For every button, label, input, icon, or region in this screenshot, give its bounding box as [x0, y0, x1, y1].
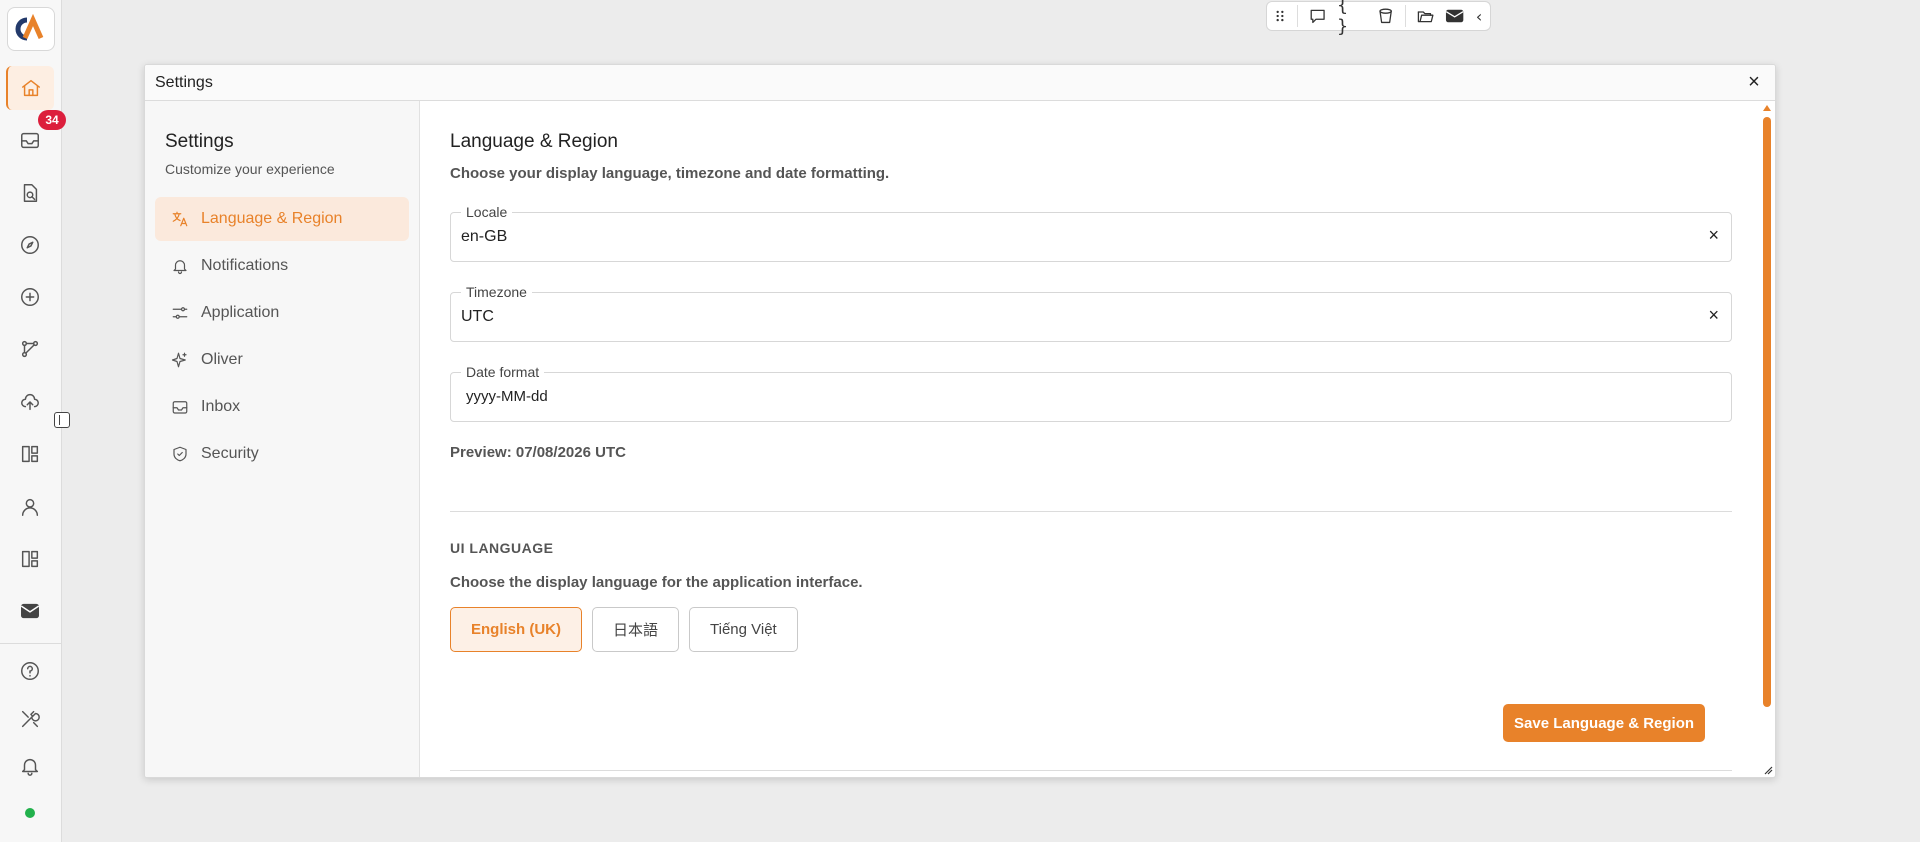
save-language-region-button[interactable]: Save Language & Region — [1503, 704, 1706, 742]
sidebar-collapse-icon[interactable] — [54, 412, 70, 428]
document-search-icon — [23, 184, 38, 202]
scroll-up-icon[interactable] — [1763, 105, 1771, 111]
date-format-label: Date format — [461, 364, 545, 380]
section-title: Language & Region — [450, 131, 618, 152]
rail-dashboard[interactable] — [6, 432, 54, 476]
clear-locale-icon[interactable]: × — [1708, 225, 1719, 246]
rail-upload[interactable] — [6, 380, 54, 424]
sidebar-item-label: Security — [201, 445, 259, 462]
rail-help[interactable] — [6, 649, 54, 693]
chevron-left-icon[interactable]: ‹ — [1474, 7, 1484, 26]
sidebar-title: Settings — [165, 131, 234, 152]
rail-notifications[interactable] — [6, 744, 54, 788]
bell-icon — [173, 260, 187, 275]
sidebar-item-notifications[interactable]: Notifications — [155, 244, 409, 288]
settings-content: Language & Region Choose your display la… — [420, 101, 1775, 777]
clear-timezone-icon[interactable]: × — [1708, 305, 1719, 326]
section-divider-bottom — [450, 770, 1732, 771]
scroll-thumb[interactable] — [1763, 117, 1771, 707]
modal-header: Settings × — [145, 65, 1775, 101]
app-rail: 34 — [0, 0, 66, 842]
rail-users[interactable] — [6, 485, 54, 529]
dashboard-icon — [21, 445, 39, 463]
rail-boards[interactable] — [6, 537, 54, 581]
settings-sidebar: Settings Customize your experience Langu… — [145, 101, 420, 777]
shield-icon — [173, 446, 187, 462]
logo-icon — [15, 14, 44, 41]
inbox-icon — [172, 401, 188, 414]
mail-icon[interactable] — [1445, 5, 1464, 27]
inbox-icon — [21, 132, 39, 149]
sidebar-item-security[interactable]: Security — [155, 432, 409, 476]
toolbar-divider — [1404, 5, 1406, 27]
sidebar-item-oliver[interactable]: Oliver — [155, 338, 409, 382]
sidebar-item-label: Application — [201, 304, 280, 321]
dashboard-alt-icon — [21, 550, 39, 568]
sidebar-item-application[interactable]: Application — [155, 291, 409, 335]
language-option-english-uk[interactable]: English (UK) — [450, 607, 582, 652]
language-option-vietnamese[interactable]: Tiếng Việt — [689, 607, 798, 652]
timezone-field[interactable]: Timezone UTC × — [450, 284, 1732, 342]
sidebar-item-inbox[interactable]: Inbox — [155, 385, 409, 429]
section-description: Choose your display language, timezone a… — [450, 165, 890, 182]
content-scrollbar[interactable] — [1763, 105, 1771, 745]
bucket-icon[interactable] — [1376, 5, 1395, 27]
section-divider — [450, 511, 1732, 512]
ui-language-description: Choose the display language for the appl… — [450, 574, 863, 591]
resize-handle-icon[interactable] — [1763, 765, 1773, 775]
date-format-field[interactable]: Date format yyyy-MM-dd — [450, 364, 1732, 422]
folder-icon[interactable] — [1416, 5, 1435, 27]
user-icon — [21, 498, 39, 516]
date-format-input[interactable]: yyyy-MM-dd — [466, 388, 548, 405]
translate-icon — [172, 211, 188, 227]
locale-label: Locale — [461, 204, 513, 220]
close-icon[interactable]: × — [1743, 71, 1765, 94]
cloud-upload-icon — [21, 394, 39, 411]
locale-field[interactable]: Locale en-GB × — [450, 204, 1732, 262]
sliders-icon — [172, 307, 188, 319]
timezone-value[interactable]: UTC — [461, 308, 494, 326]
floating-toolbar: { } ‹ — [1266, 0, 1491, 37]
app-logo[interactable] — [7, 7, 55, 51]
bell-icon — [21, 758, 39, 776]
home-icon — [22, 79, 40, 97]
rail-divider — [0, 643, 62, 644]
rail-home[interactable] — [6, 66, 54, 110]
language-option-japanese[interactable]: 日本語 — [592, 607, 680, 652]
settings-modal: Settings × Settings Customize your exper… — [144, 64, 1776, 778]
rail-explore[interactable] — [6, 223, 54, 267]
braces-icon[interactable]: { } — [1337, 0, 1365, 37]
rail-document-search[interactable] — [6, 171, 54, 215]
sidebar-item-label: Oliver — [201, 351, 243, 368]
plus-circle-icon — [21, 288, 39, 306]
inbox-count-badge: 34 — [38, 110, 66, 130]
locale-value[interactable]: en-GB — [461, 228, 507, 246]
tools-icon — [21, 710, 40, 728]
modal-title: Settings — [155, 73, 213, 91]
ui-language-heading: UI LANGUAGE — [450, 540, 554, 556]
help-icon — [21, 662, 39, 680]
sidebar-subtitle: Customize your experience — [165, 161, 335, 177]
toolbar-divider — [1297, 5, 1298, 27]
drag-handle-icon[interactable] — [1273, 5, 1287, 27]
sidebar-item-label: Inbox — [201, 398, 241, 415]
sidebar-item-label: Notifications — [201, 257, 289, 274]
sidebar-item-label: Language & Region — [201, 210, 343, 227]
comment-icon[interactable] — [1308, 5, 1327, 27]
timezone-label: Timezone — [461, 284, 532, 300]
workflow-icon — [21, 340, 39, 358]
sparkle-icon — [171, 352, 187, 368]
rail-create[interactable] — [6, 275, 54, 319]
rail-mail[interactable] — [6, 589, 54, 633]
compass-icon — [21, 236, 39, 254]
status-dot — [25, 808, 35, 818]
rail-workflows[interactable] — [6, 327, 54, 371]
rail-tools[interactable] — [6, 697, 54, 741]
date-preview: Preview: 07/08/2026 UTC — [450, 444, 626, 461]
ui-language-options: English (UK) 日本語 Tiếng Việt — [450, 607, 1745, 652]
modal-body: Settings Customize your experience Langu… — [145, 101, 1775, 777]
sidebar-item-language-region[interactable]: Language & Region — [155, 197, 409, 241]
mail-icon — [21, 603, 39, 619]
